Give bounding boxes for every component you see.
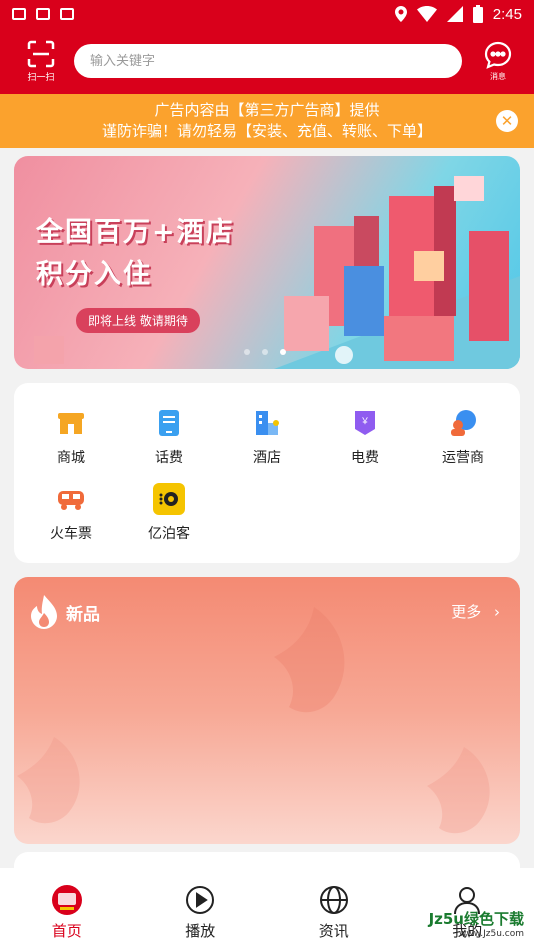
- tab-play[interactable]: 播放: [134, 868, 268, 950]
- tab-home[interactable]: 首页: [0, 868, 134, 950]
- menu-item-phone-bill[interactable]: 话费: [120, 407, 218, 467]
- flame-icon: [31, 595, 57, 629]
- carousel-dot[interactable]: [244, 349, 250, 355]
- electricity-icon: ￥: [349, 407, 381, 439]
- search-input[interactable]: [74, 44, 462, 78]
- ad-notice-banner: 广告内容由【第三方广告商】提供 谨防诈骗！请勿轻易【安装、充值、转账、下单】 ✕: [0, 94, 534, 148]
- carousel-dot[interactable]: [262, 349, 268, 355]
- menu-item-electricity[interactable]: ￥ 电费: [316, 407, 414, 467]
- chat-bubble-icon: [484, 41, 512, 69]
- new-products-section: 新品 更多 ›: [14, 577, 520, 844]
- close-notice-button[interactable]: ✕: [496, 110, 518, 132]
- status-indicators: 2:45: [394, 5, 522, 23]
- home-logo-icon: [51, 884, 83, 916]
- scan-button[interactable]: 扫一扫: [14, 40, 68, 83]
- tab-news[interactable]: 资讯: [267, 868, 401, 950]
- banner-coming-soon-pill: 即将上线 敬请期待: [76, 308, 200, 333]
- chevron-right-icon: ›: [494, 603, 500, 621]
- watermark-line-1: Jz5u绿色下载: [428, 910, 524, 928]
- menu-item-hotel[interactable]: 酒店: [218, 407, 316, 467]
- menu-item-label: 话费: [155, 450, 183, 466]
- shop-icon: [55, 407, 87, 439]
- banner-title-line-2: 积分入住: [36, 259, 152, 290]
- banner-carousel[interactable]: 全国百万+酒店 积分入住 即将上线 敬请期待: [14, 156, 520, 369]
- operator-icon: [447, 407, 479, 439]
- phone-bill-icon: [153, 407, 185, 439]
- new-products-header: 新品: [30, 595, 100, 629]
- menu-item-label: 亿泊客: [148, 526, 190, 542]
- service-menu-grid: 商城 话费 酒店 ￥ 电费 运营商 火车票 亿泊客: [14, 383, 520, 563]
- tab-label: 播放: [185, 922, 216, 940]
- close-icon: ✕: [500, 112, 514, 130]
- more-link[interactable]: 更多 ›: [451, 601, 500, 622]
- message-label: 消息: [490, 71, 506, 81]
- train-icon: [55, 483, 87, 515]
- menu-item-yibooker[interactable]: 亿泊客: [120, 483, 218, 543]
- play-icon: [184, 884, 216, 916]
- battery-icon: [472, 5, 483, 23]
- signal-icon: [446, 6, 463, 22]
- text-notification-icon: [60, 8, 74, 20]
- yibooker-icon: [153, 483, 185, 515]
- menu-item-label: 酒店: [253, 450, 281, 466]
- scan-label: 扫一扫: [27, 72, 55, 83]
- notice-line-1: 广告内容由【第三方广告商】提供: [154, 101, 380, 119]
- message-button[interactable]: 消息: [476, 41, 520, 82]
- carousel-dot-active[interactable]: [280, 349, 286, 355]
- notice-line-2: 谨防诈骗！请勿轻易【安装、充值、转账、下单】: [101, 122, 432, 140]
- more-label: 更多: [451, 603, 482, 621]
- location-icon: [394, 6, 407, 22]
- menu-item-label: 运营商: [442, 450, 484, 466]
- wifi-icon: [416, 6, 437, 22]
- carousel-indicator: [244, 349, 286, 355]
- menu-item-mall[interactable]: 商城: [22, 407, 120, 467]
- tab-label: 资讯: [318, 922, 349, 940]
- status-bar: 2:45: [0, 0, 534, 28]
- status-notifications: [12, 8, 74, 20]
- svg-text:￥: ￥: [360, 417, 369, 427]
- status-time: 2:45: [492, 5, 522, 23]
- site-watermark: Jz5u绿色下载 www.Jz5u.com: [429, 908, 524, 939]
- tab-label: 首页: [51, 922, 82, 940]
- menu-item-label: 商城: [57, 450, 85, 466]
- banner-title-line-1: 全国百万+酒店: [36, 217, 235, 248]
- mail-notification-icon: [12, 8, 26, 20]
- menu-item-label: 火车票: [50, 526, 92, 542]
- menu-item-label: 电费: [351, 450, 379, 466]
- scan-icon: [27, 40, 55, 67]
- hotel-icon: [251, 407, 283, 439]
- app-notification-icon: [36, 8, 50, 20]
- globe-icon: [318, 884, 350, 916]
- top-header: 扫一扫 消息: [0, 28, 534, 94]
- menu-item-operator[interactable]: 运营商: [414, 407, 512, 467]
- banner-title: 全国百万+酒店 积分入住: [36, 212, 235, 296]
- menu-item-train-ticket[interactable]: 火车票: [22, 483, 120, 543]
- watermark-line-2: www.Jz5u.com: [458, 929, 524, 939]
- new-products-title: 新品: [66, 604, 100, 625]
